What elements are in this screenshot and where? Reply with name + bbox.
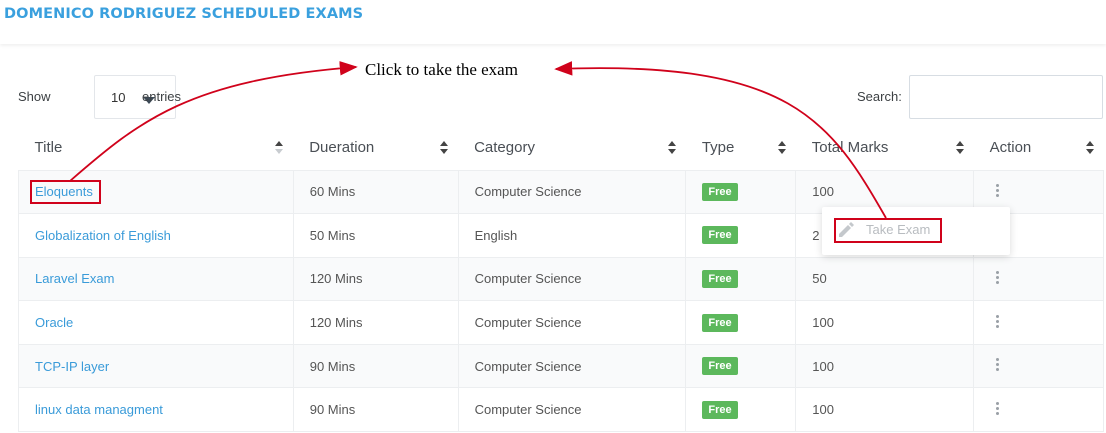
show-label: Show (18, 89, 51, 104)
duration-cell: 120 Mins (293, 300, 459, 345)
category-cell: Computer Science (458, 300, 687, 345)
type-badge: Free (702, 357, 738, 376)
exams-table: Title Dueration Category Type Total Mark… (18, 126, 1104, 433)
total-marks-cell: 100 (795, 387, 975, 433)
duration-cell: 60 Mins (293, 169, 459, 215)
page-title: DOMENICO RODRIGUEZ SCHEDULED EXAMS (4, 6, 364, 22)
more-options-icon[interactable] (996, 269, 1000, 286)
exam-title-link[interactable]: Oracle (35, 315, 73, 330)
duration-cell: 90 Mins (293, 387, 459, 433)
duration-cell: 120 Mins (293, 256, 459, 302)
more-options-icon[interactable] (996, 400, 1000, 417)
total-marks-cell: 50 (795, 256, 975, 302)
table-row: Laravel Exam 120 Mins Computer Science F… (18, 256, 1104, 302)
duration-cell: 50 Mins (293, 213, 459, 258)
page-header: DOMENICO RODRIGUEZ SCHEDULED EXAMS (0, 0, 1106, 44)
column-header-action[interactable]: Action (973, 126, 1104, 171)
type-badge: Free (702, 226, 738, 245)
sort-icon (440, 141, 450, 155)
table-row: TCP-IP layer 90 Mins Computer Science Fr… (18, 343, 1104, 389)
type-badge: Free (702, 313, 738, 332)
total-marks-cell: 100 (795, 343, 975, 389)
sort-icon (1085, 141, 1096, 155)
sort-icon (955, 141, 966, 155)
search-input[interactable] (909, 75, 1103, 119)
category-cell: Computer Science (458, 343, 687, 389)
highlight-box-take-exam (834, 218, 942, 243)
category-cell: Computer Science (458, 169, 687, 215)
more-options-icon[interactable] (996, 313, 1000, 330)
total-marks-cell: 100 (795, 300, 975, 345)
sort-icon (667, 141, 678, 155)
table-row: linux data managment 90 Mins Computer Sc… (18, 387, 1104, 433)
category-cell: English (458, 213, 687, 258)
duration-cell: 90 Mins (293, 343, 459, 389)
column-header-duration[interactable]: Dueration (293, 126, 459, 171)
table-header-row: Title Dueration Category Type Total Mark… (18, 126, 1104, 171)
annotation-text: Click to take the exam (365, 60, 518, 79)
highlight-box-exam-title (30, 180, 101, 204)
type-badge: Free (702, 269, 738, 288)
table-row: Oracle 120 Mins Computer Science Free 10… (18, 300, 1104, 345)
entries-label: entries (142, 89, 182, 104)
category-cell: Computer Science (458, 387, 687, 433)
entries-select-value: 10 (111, 89, 126, 105)
more-options-icon[interactable] (996, 182, 1000, 199)
type-badge: Free (702, 400, 738, 419)
exam-title-link[interactable]: Globalization of English (35, 228, 171, 243)
column-header-type[interactable]: Type (685, 126, 796, 171)
exam-title-link[interactable]: Laravel Exam (35, 271, 114, 286)
type-badge: Free (702, 182, 738, 201)
exam-title-link[interactable]: linux data managment (35, 402, 163, 417)
category-cell: Computer Science (458, 256, 687, 302)
sort-icon (777, 141, 788, 155)
column-header-category[interactable]: Category (458, 126, 686, 171)
column-header-total-marks[interactable]: Total Marks (795, 126, 974, 171)
column-header-title[interactable]: Title (18, 126, 294, 171)
exam-title-link[interactable]: TCP-IP layer (35, 359, 109, 374)
sort-icon (275, 141, 285, 155)
more-options-icon[interactable] (996, 356, 1000, 373)
search-label: Search: (857, 89, 902, 104)
